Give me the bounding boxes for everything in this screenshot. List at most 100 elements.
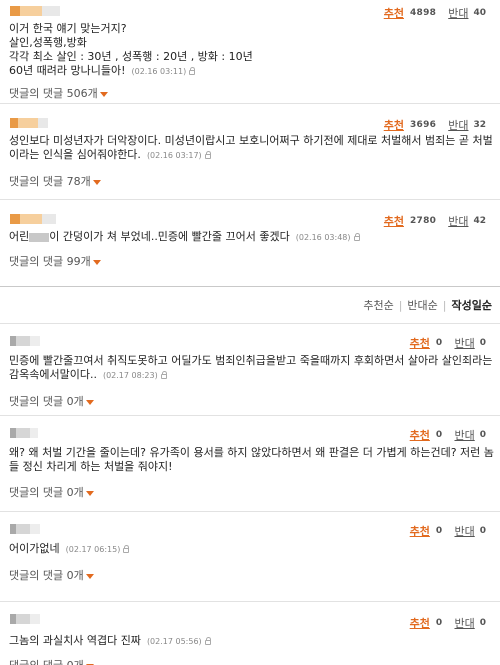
vote-area: 추천 0 반대 0 (410, 335, 486, 351)
lock-icon[interactable] (204, 637, 211, 645)
replies-label: 댓글의 댓글 78개 (9, 175, 91, 188)
downvote-count: 32 (473, 120, 486, 130)
comment-line: 60년 때려라 망나니들아! (9, 64, 126, 77)
lock-icon[interactable] (189, 67, 196, 75)
comment: 추천 0 반대 0 민증에 빨간줄끄여서 취직도못하고 어딜가도 범죄인취급을받… (0, 324, 500, 416)
downvote-count: 0 (479, 618, 486, 628)
nickname-redacted (10, 118, 48, 128)
replies-label: 댓글의 댓글 0개 (9, 657, 84, 665)
sort-by-upvotes[interactable]: 추천순 (363, 297, 393, 313)
chevron-down-icon (99, 91, 108, 97)
upvote-button[interactable]: 추천 (410, 523, 430, 539)
comment-text: 이거 한국 얘기 맞는거지? 살인,성폭행,방화 각각 최소 살인 : 30년 … (6, 22, 494, 79)
lock-icon[interactable] (204, 151, 211, 159)
replies-label: 댓글의 댓글 99개 (9, 255, 91, 268)
comment-text: 민증에 빨간줄끄여서 취직도못하고 어딜가도 범죄인취급을받고 죽을때까지 후회… (6, 354, 494, 383)
comment-line: 이거 한국 얘기 맞는거지? (9, 22, 127, 35)
comment-line: 민증에 빨간줄끄여서 취직도못하고 어딜가도 범죄인취급을받고 죽을때까지 후회… (9, 354, 493, 367)
upvote-button[interactable]: 추천 (410, 427, 430, 443)
comment-line: 감옥속에서말이다.. (9, 368, 97, 381)
upvote-count: 2780 (409, 216, 437, 226)
replies-label: 댓글의 댓글 506개 (9, 87, 98, 100)
chevron-down-icon (85, 573, 94, 579)
comments-section: 추천 0 반대 0 민증에 빨간줄끄여서 취직도못하고 어딜가도 범죄인취급을받… (0, 324, 500, 665)
best-comment: 추천 4898 반대 40 이거 한국 얘기 맞는거지? 살인,성폭행,방화 각… (0, 0, 500, 104)
comment-line: 그놈의 과실치사 역겹다 진짜 (9, 634, 141, 647)
lock-icon[interactable] (123, 545, 130, 553)
timestamp: (02.16 03:48) (295, 233, 351, 242)
vote-area: 추천 0 반대 0 (410, 523, 486, 539)
replies-toggle[interactable]: 댓글의 댓글 99개 (6, 245, 494, 277)
upvote-button[interactable]: 추천 (384, 5, 404, 21)
chevron-down-icon (85, 399, 94, 405)
downvote-count: 0 (479, 338, 486, 348)
replies-toggle[interactable]: 댓글의 댓글 0개 (6, 649, 494, 665)
replies-toggle[interactable]: 댓글의 댓글 78개 (6, 163, 494, 197)
vote-area: 추천 0 반대 0 (410, 615, 486, 631)
chevron-down-icon (85, 490, 94, 496)
lock-icon[interactable] (160, 371, 167, 379)
chevron-down-icon (92, 259, 101, 265)
comment-text: 어린 이 간덩이가 쳐 부었네..민증에 빨간줄 끄어서 좋겠다 (02.16 03… (6, 230, 494, 245)
downvote-count: 0 (479, 430, 486, 440)
replies-label: 댓글의 댓글 0개 (9, 569, 84, 582)
upvote-button[interactable]: 추천 (384, 213, 404, 229)
vote-area: 추천 0 반대 0 (410, 427, 486, 443)
downvote-button[interactable]: 반대 (454, 615, 474, 631)
vote-area: 추천 3696 반대 32 (384, 117, 486, 133)
comment-text: 그놈의 과실치사 역겹다 진짜 (02.17 05:56) (6, 634, 494, 649)
replies-toggle[interactable]: 댓글의 댓글 0개 (6, 557, 494, 591)
upvote-button[interactable]: 추천 (410, 615, 430, 631)
timestamp: (02.17 05:56) (146, 637, 202, 646)
comment-line: 살인,성폭행,방화 (9, 36, 87, 49)
divider: | (442, 298, 447, 312)
lock-icon[interactable] (353, 233, 360, 241)
upvote-count: 0 (435, 526, 443, 536)
sort-by-date[interactable]: 작성일순 (452, 297, 492, 313)
sort-bar: 추천순 | 반대순 | 작성일순 (0, 286, 500, 324)
downvote-button[interactable]: 반대 (448, 5, 468, 21)
comment-line-suffix: 이 간덩이가 쳐 부었네..민증에 빨간줄 끄어서 좋겠다 (49, 230, 290, 243)
comment-line: 각각 최소 살인 : 30년 , 성폭행 : 20년 , 방화 : 10년 (9, 50, 253, 63)
downvote-count: 0 (479, 526, 486, 536)
best-comment: 추천 3696 반대 32 성인보다 미성년자가 더악장이다. 미성년이랍시고 … (0, 104, 500, 200)
replies-label: 댓글의 댓글 0개 (9, 395, 84, 408)
timestamp: (02.16 03:11) (131, 67, 187, 76)
replies-toggle[interactable]: 댓글의 댓글 0개 (6, 474, 494, 508)
upvote-button[interactable]: 추천 (384, 117, 404, 133)
divider: | (398, 298, 403, 312)
downvote-button[interactable]: 반대 (448, 117, 468, 133)
upvote-button[interactable]: 추천 (410, 335, 430, 351)
chevron-down-icon (92, 179, 101, 185)
timestamp: (02.17 06:15) (65, 545, 121, 554)
replies-toggle[interactable]: 댓글의 댓글 0개 (6, 383, 494, 417)
downvote-button[interactable]: 반대 (448, 213, 468, 229)
best-comments-section: 추천 4898 반대 40 이거 한국 얘기 맞는거지? 살인,성폭행,방화 각… (0, 0, 500, 280)
downvote-button[interactable]: 반대 (454, 427, 474, 443)
comment-line-prefix: 어린 (9, 230, 30, 243)
nickname-redacted (10, 524, 40, 534)
comment-line: 성인보다 미성년자가 더악장이다. 미성년이랍시고 보호니어쩌구 하기전에 제대… (9, 134, 493, 147)
nickname-redacted (10, 614, 40, 624)
comment: 추천 0 반대 0 그놈의 과실치사 역겹다 진짜 (02.17 05:56) 댓… (0, 602, 500, 665)
vote-area: 추천 4898 반대 40 (384, 5, 486, 21)
comment: 추천 0 반대 0 왜? 왜 처벌 기간을 줄이는데? 유가족이 용서를 하지 … (0, 416, 500, 512)
comment-text: 왜? 왜 처벌 기간을 줄이는데? 유가족이 용서를 하지 않았다하면서 왜 판… (6, 446, 494, 474)
comment-text: 성인보다 미성년자가 더악장이다. 미성년이랍시고 보호니어쩌구 하기전에 제대… (6, 134, 494, 163)
comment-line: 왜? 왜 처벌 기간을 줄이는데? 유가족이 용서를 하지 않았다하면서 왜 판… (9, 446, 494, 459)
downvote-button[interactable]: 반대 (454, 335, 474, 351)
comment-text: 어이가없네 (02.17 06:15) (6, 542, 494, 557)
nickname-redacted (10, 6, 60, 16)
downvote-count: 42 (473, 216, 486, 226)
downvote-count: 40 (473, 8, 486, 18)
comment-line: 들 정신 차리게 하는 처벌을 줘야지! (9, 460, 173, 473)
upvote-count: 0 (435, 430, 443, 440)
redacted-word (29, 232, 50, 242)
comment-line: 어이가없네 (9, 542, 60, 555)
timestamp: (02.17 08:23) (102, 371, 158, 380)
sort-by-downvotes[interactable]: 반대순 (407, 297, 437, 313)
comment: 추천 0 반대 0 어이가없네 (02.17 06:15) 댓글의 댓글 0개 (0, 512, 500, 602)
downvote-button[interactable]: 반대 (454, 523, 474, 539)
nickname-redacted (10, 214, 56, 224)
upvote-count: 0 (435, 618, 443, 628)
